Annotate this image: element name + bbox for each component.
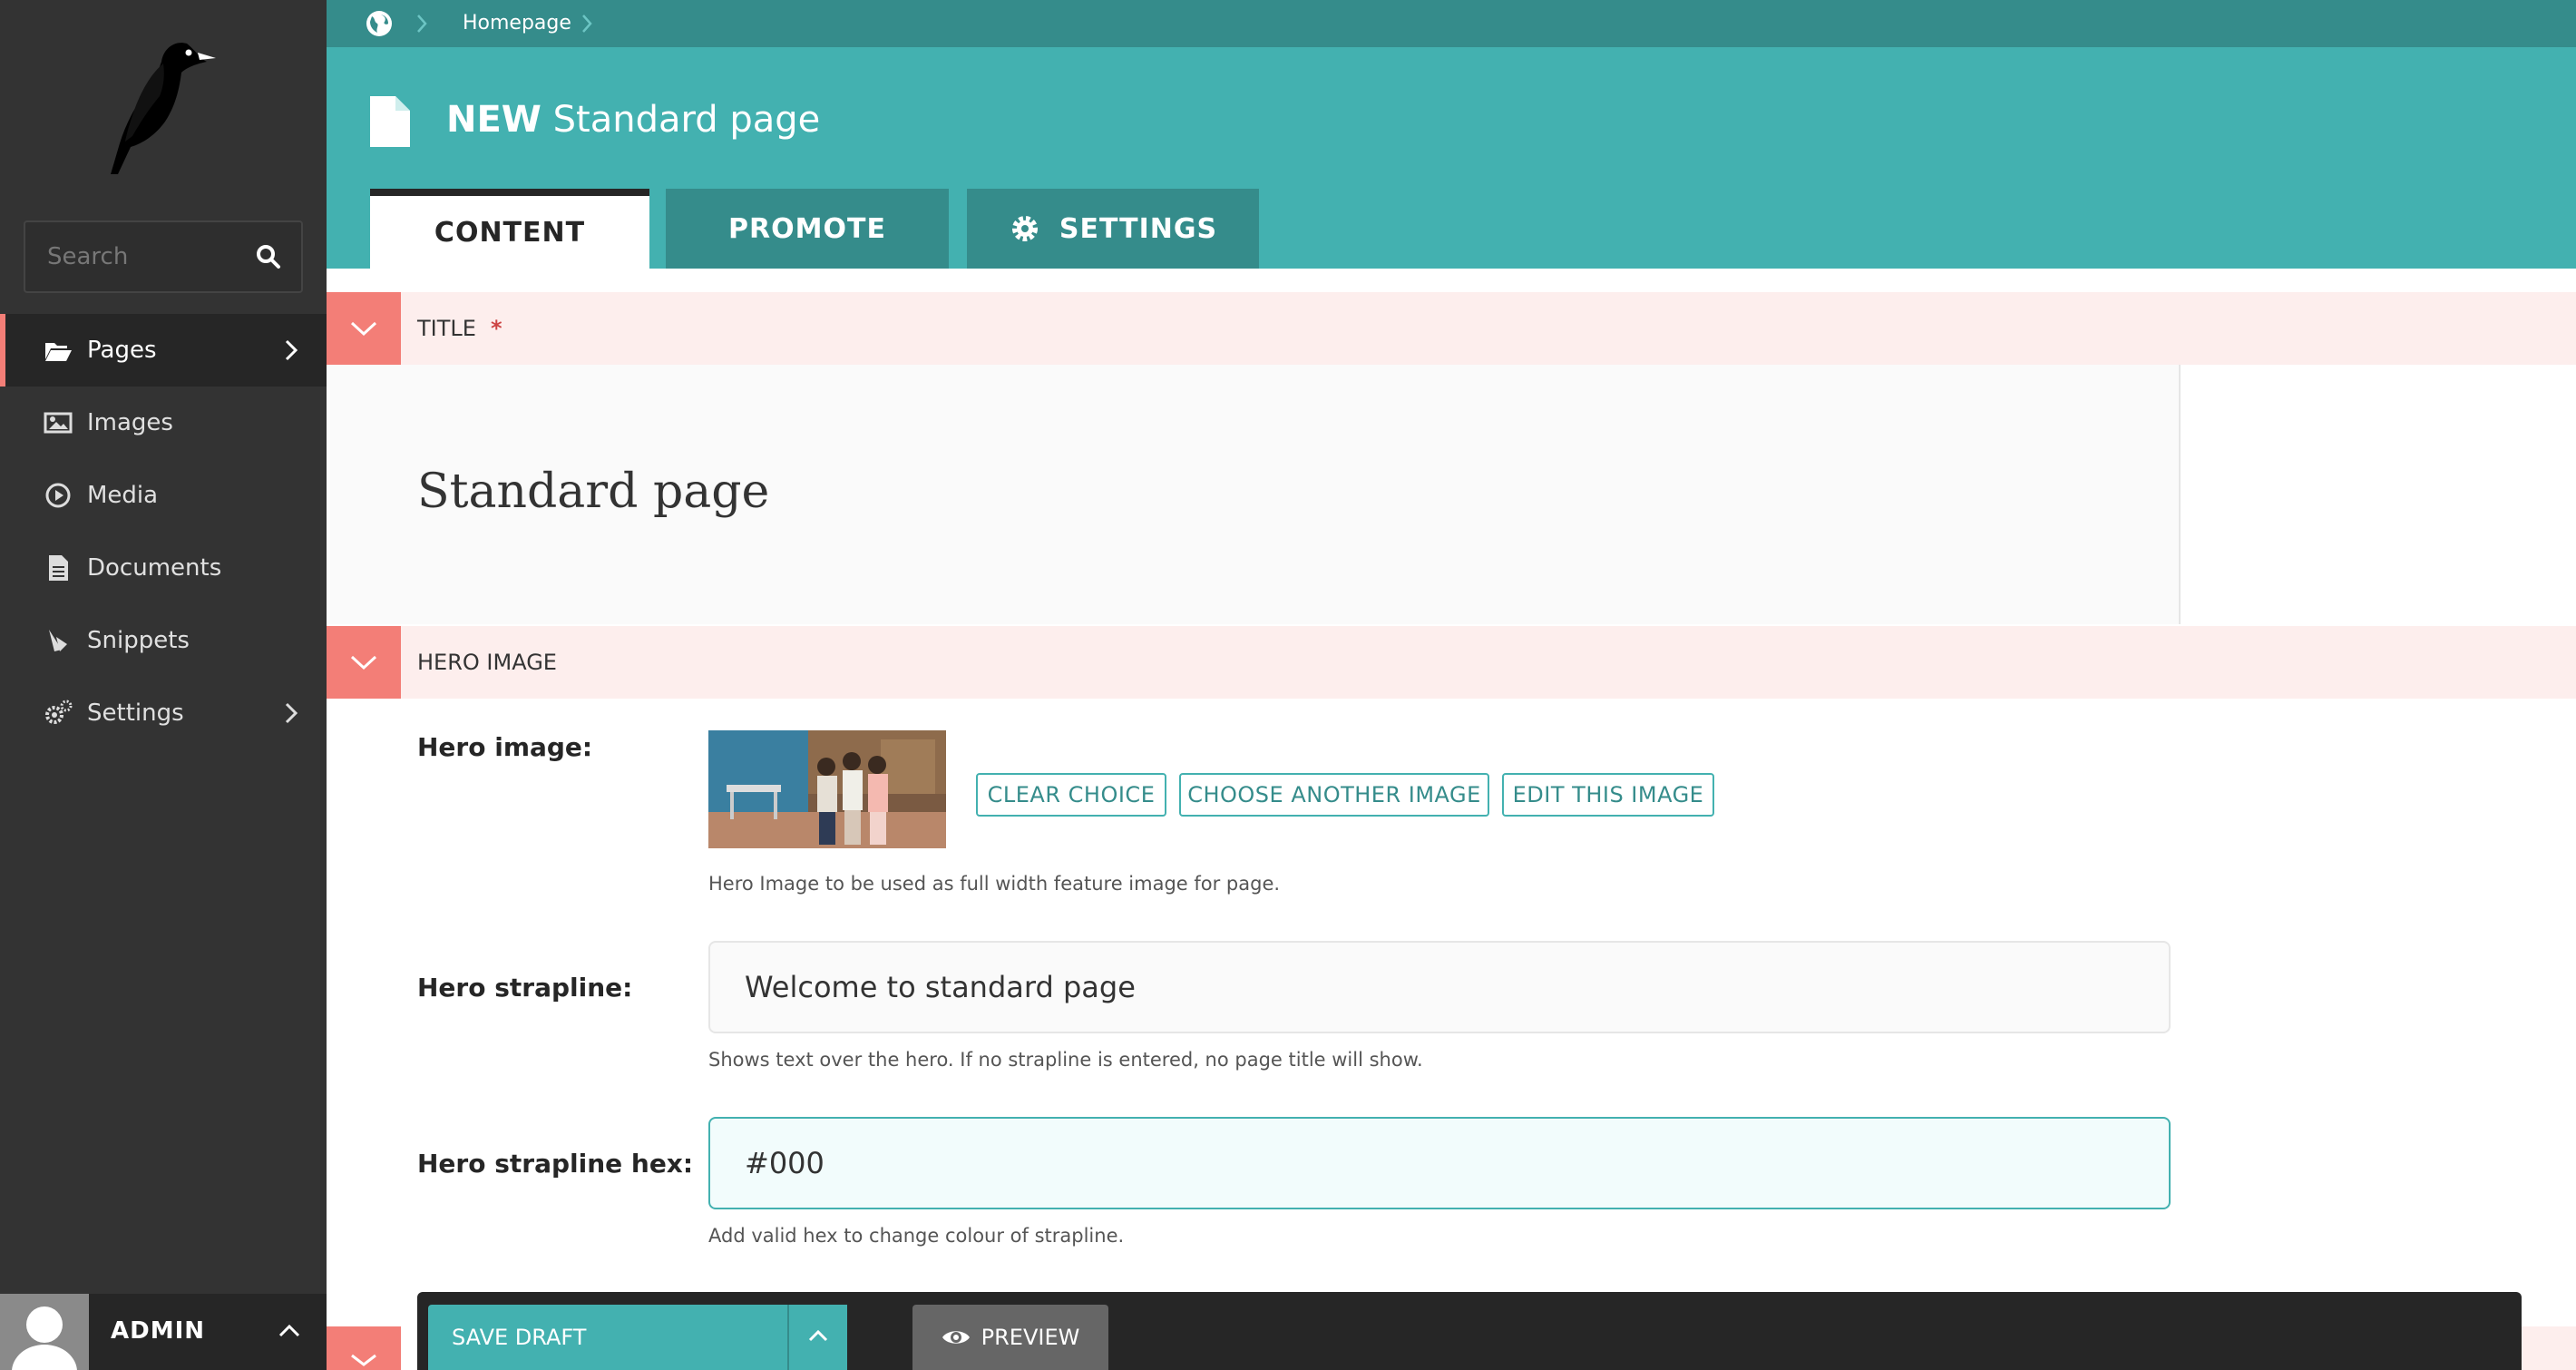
- breadcrumb: Homepage: [327, 0, 2576, 47]
- sidebar-item-pages[interactable]: Pages: [0, 314, 327, 387]
- media-icon: [45, 483, 71, 508]
- tab-label: PROMOTE: [728, 212, 886, 245]
- sidebar-item-label: Pages: [87, 337, 157, 364]
- chevron-right-icon: [285, 339, 298, 361]
- breadcrumb-separator-icon: [582, 15, 592, 33]
- wagtail-logo-icon[interactable]: [100, 36, 227, 181]
- hero-strapline-hex-input[interactable]: [708, 1117, 2171, 1209]
- account-menu[interactable]: ADMIN: [0, 1294, 327, 1370]
- sidebar-item-images[interactable]: Images: [0, 387, 327, 459]
- sidebar-search: [24, 220, 303, 293]
- tab-label: CONTENT: [434, 216, 586, 249]
- image-icon: [44, 412, 73, 434]
- hero-strapline-help-text: Shows text over the hero. If no straplin…: [708, 1049, 1423, 1071]
- hero-image-preview: [708, 730, 946, 848]
- hero-image-label: Hero image:: [417, 732, 593, 762]
- page-header: NEW Standard page CONTENT PROMOTE SETTIN…: [327, 47, 2576, 269]
- snippet-icon: [49, 630, 67, 651]
- sidebar-item-documents[interactable]: Documents: [0, 532, 327, 604]
- hero-strapline-input[interactable]: [708, 941, 2171, 1033]
- chevron-down-icon: [351, 1354, 376, 1366]
- edit-this-image-button[interactable]: EDIT THIS IMAGE: [1502, 773, 1714, 817]
- tab-content[interactable]: CONTENT: [370, 189, 649, 269]
- hero-image-help-text: Hero Image to be used as full width feat…: [708, 873, 1281, 895]
- chevron-up-icon: [278, 1324, 300, 1337]
- sidebar-item-label: Images: [87, 409, 173, 436]
- sidebar: Pages Images Media Documents: [0, 0, 327, 1370]
- folder-open-icon: [45, 343, 72, 361]
- section-toggle-button[interactable]: [327, 292, 401, 365]
- section-toggle-button[interactable]: [327, 626, 401, 699]
- clear-choice-button[interactable]: CLEAR CHOICE: [976, 773, 1166, 817]
- search-input[interactable]: [47, 222, 247, 291]
- more-actions-toggle[interactable]: [787, 1305, 847, 1370]
- hero-strapline-hex-label: Hero strapline hex:: [417, 1149, 694, 1179]
- chevron-down-icon: [350, 655, 377, 670]
- doc-icon: [49, 555, 68, 581]
- preview-label: PREVIEW: [981, 1325, 1080, 1350]
- gear-icon: [1011, 216, 1038, 241]
- cogs-icon: [45, 700, 73, 724]
- preview-button[interactable]: PREVIEW: [912, 1305, 1108, 1370]
- section-label: HERO IMAGE: [417, 650, 557, 675]
- title-field-area: [327, 365, 2181, 624]
- page-title-prefix: NEW: [446, 99, 542, 141]
- chevron-right-icon: [285, 702, 298, 724]
- sidebar-item-label: Snippets: [87, 627, 190, 654]
- section-label: TITLE *: [417, 314, 503, 343]
- sidebar-item-label: Settings: [87, 700, 184, 727]
- page-icon: [370, 96, 410, 147]
- globe-icon[interactable]: [365, 9, 394, 38]
- required-mark: *: [490, 316, 503, 341]
- sidebar-item-label: Documents: [87, 554, 222, 582]
- sidebar-item-label: Media: [87, 482, 159, 509]
- breadcrumb-item-homepage[interactable]: Homepage: [463, 11, 571, 36]
- chevron-down-icon: [350, 321, 377, 337]
- save-draft-button[interactable]: SAVE DRAFT: [428, 1305, 787, 1370]
- title-input[interactable]: [417, 455, 2050, 528]
- sidebar-item-media[interactable]: Media: [0, 459, 327, 532]
- search-icon[interactable]: [254, 242, 283, 271]
- account-name: ADMIN: [111, 1317, 206, 1345]
- sidebar-item-snippets[interactable]: Snippets: [0, 604, 327, 677]
- sidebar-item-settings[interactable]: Settings: [0, 677, 327, 749]
- footer-action-bar: SAVE DRAFT PREVIEW: [417, 1292, 2522, 1370]
- hero-strapline-hex-help-text: Add valid hex to change colour of strapl…: [708, 1225, 1125, 1247]
- tab-label: SETTINGS: [1059, 212, 1218, 245]
- section-bar-partial: [2522, 1326, 2576, 1370]
- avatar: [0, 1294, 89, 1370]
- section-label-text: TITLE: [417, 316, 476, 341]
- section-toggle-button[interactable]: [327, 1326, 401, 1370]
- page-title: NEW Standard page: [446, 93, 820, 147]
- user-icon: [12, 1306, 77, 1370]
- breadcrumb-separator-icon: [417, 15, 427, 33]
- section-title-header: TITLE *: [327, 292, 2576, 365]
- hero-image-thumbnail[interactable]: [708, 730, 946, 848]
- page-title-text: Standard page: [552, 99, 821, 141]
- tab-promote[interactable]: PROMOTE: [666, 189, 949, 269]
- section-hero-header: HERO IMAGE: [327, 626, 2576, 699]
- save-draft-label: SAVE DRAFT: [452, 1325, 587, 1350]
- hero-strapline-label: Hero strapline:: [417, 973, 633, 1003]
- choose-another-image-button[interactable]: CHOOSE ANOTHER IMAGE: [1179, 773, 1489, 817]
- chevron-up-icon: [808, 1329, 828, 1342]
- eye-icon: [942, 1331, 970, 1344]
- tab-settings[interactable]: SETTINGS: [967, 189, 1259, 269]
